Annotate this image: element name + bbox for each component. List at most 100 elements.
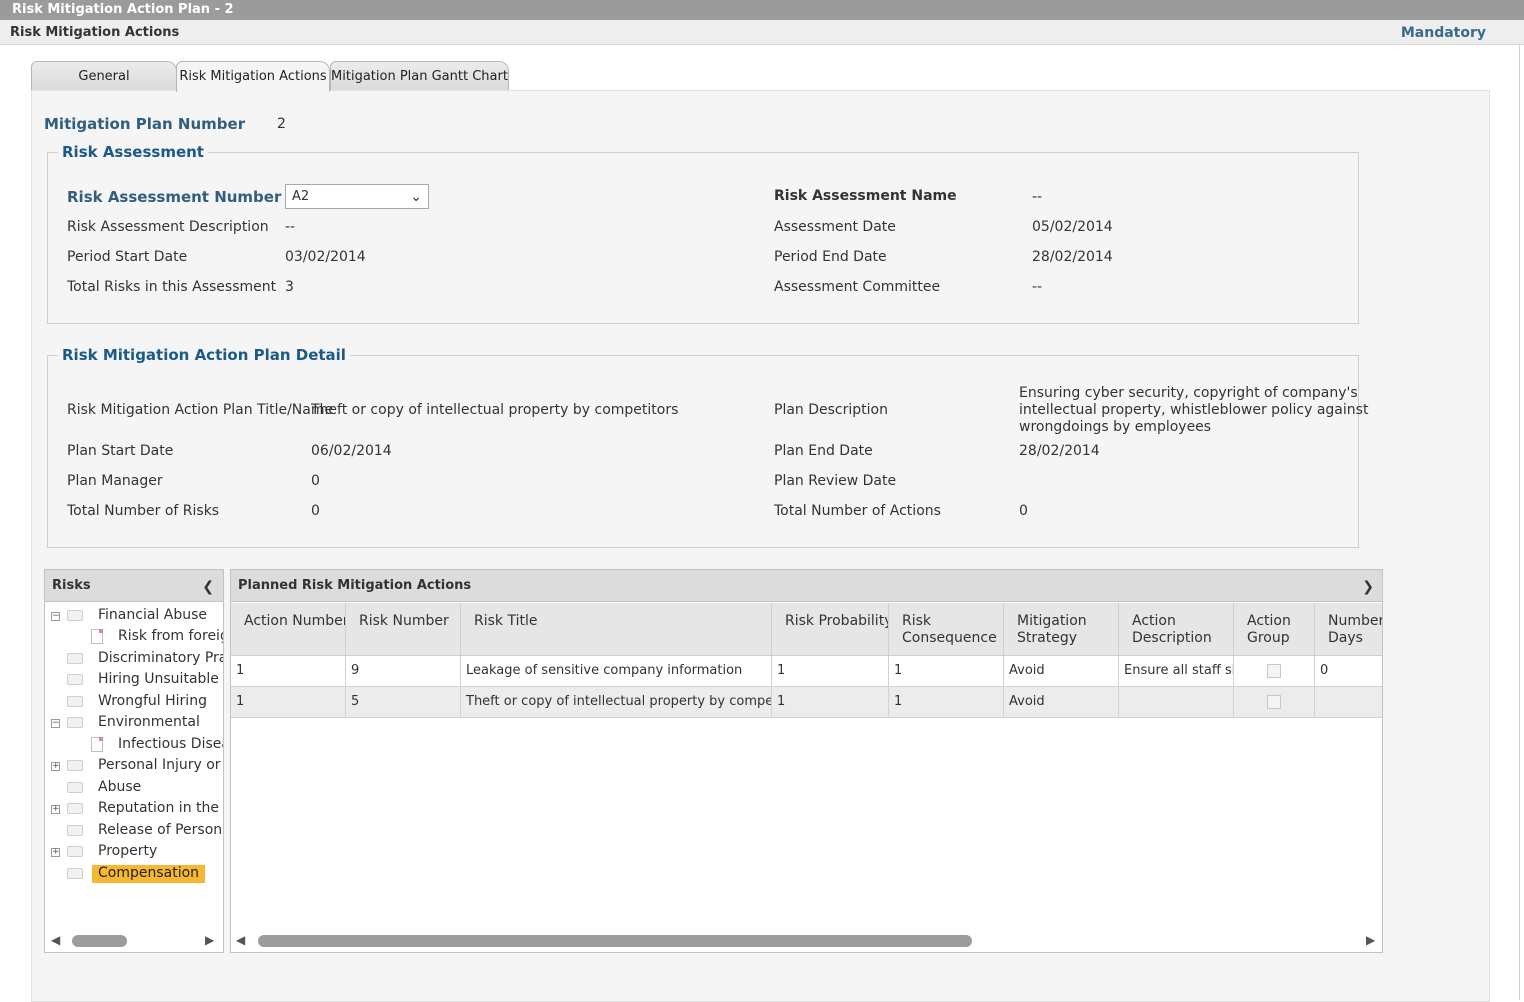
risk-assessment-number-label: Risk Assessment Number	[67, 188, 282, 206]
action-group-checkbox[interactable]	[1267, 694, 1281, 709]
collapse-node-icon[interactable]: −	[51, 612, 60, 621]
plan-title-value: Theft or copy of intellectual property b…	[311, 402, 679, 418]
collapse-left-icon[interactable]: ❮	[202, 579, 214, 595]
plan-description-line-2: intellectual property, whistleblower pol…	[1019, 402, 1369, 418]
chevron-down-icon: ⌄	[410, 189, 422, 205]
column-header-line-1: Action Number	[244, 613, 346, 629]
risk-assessment-description-value: --	[285, 219, 296, 235]
expand-right-icon[interactable]: ❯	[1362, 579, 1374, 595]
total-number-actions-value: 0	[1019, 503, 1028, 519]
column-header[interactable]: Risk Consequence	[889, 603, 1004, 656]
plan-number-label: Mitigation Plan Number	[44, 115, 246, 133]
table-cell[interactable]: Avoid	[1004, 687, 1119, 718]
folder-icon	[67, 652, 83, 664]
window-title: Risk Mitigation Action Plan - 2	[0, 0, 1524, 20]
table-cell[interactable]: Leakage of sensitive company information	[461, 656, 772, 687]
grid-horizontal-scrollbar[interactable]	[258, 935, 972, 947]
planned-actions-header: Planned Risk Mitigation Actions ❯	[231, 570, 1382, 602]
table-cell[interactable]: Avoid	[1004, 656, 1119, 687]
risks-tree-item[interactable]: Infectious Diseas	[91, 736, 223, 757]
column-header[interactable]: Risk Title	[461, 603, 772, 656]
plan-detail-section	[47, 355, 1359, 548]
risks-horizontal-scrollbar[interactable]	[72, 935, 127, 947]
risks-tree-item[interactable]: Risk from foreign	[91, 628, 223, 649]
risks-tree-item[interactable]: Wrongful Hiring	[67, 693, 223, 714]
risks-tree-item[interactable]: Discriminatory Pract	[67, 650, 223, 671]
column-header-line-1: Risk Title	[474, 613, 538, 629]
expand-node-icon[interactable]: +	[51, 848, 60, 857]
column-header[interactable]: Action Description	[1119, 603, 1234, 656]
expand-node-icon[interactable]: +	[51, 805, 60, 814]
risks-tree-item-label: Release of Personal	[98, 822, 223, 838]
risks-tree-item[interactable]: Property	[67, 843, 223, 864]
folder-icon	[67, 845, 83, 857]
column-header-line-2: Days	[1328, 630, 1363, 646]
action-group-checkbox[interactable]	[1267, 663, 1281, 678]
column-header[interactable]: Number Days	[1315, 603, 1382, 656]
column-header-line-2: Description	[1132, 630, 1212, 646]
table-cell	[1234, 687, 1315, 718]
mandatory-link[interactable]: Mandatory	[1401, 25, 1486, 41]
risks-tree-item-label: Abuse	[98, 779, 142, 795]
risks-tree-item-label: Property	[98, 843, 158, 859]
table-cell[interactable]: 1	[772, 656, 889, 687]
risks-tree-item[interactable]: Financial Abuse	[67, 607, 223, 628]
right-edge-divider	[1519, 45, 1524, 1000]
plan-description-line-3: wrongdoings by employees	[1019, 419, 1212, 435]
plan-manager-value: 0	[311, 473, 320, 489]
table-cell[interactable]	[1119, 687, 1234, 718]
column-header[interactable]: Risk Probability	[772, 603, 889, 656]
tab-general[interactable]: General	[31, 61, 177, 91]
table-cell[interactable]: Ensure all staff sign	[1119, 656, 1234, 687]
table-cell[interactable]: 1	[889, 656, 1004, 687]
risk-assessment-legend: Risk Assessment	[58, 143, 208, 161]
folder-icon	[67, 781, 83, 793]
column-header-line-1: Action	[1247, 613, 1291, 629]
column-header[interactable]: Mitigation Strategy	[1004, 603, 1119, 656]
column-header-line-2: Consequence	[902, 630, 997, 646]
risk-assessment-name-value: --	[1032, 189, 1043, 205]
expand-node-icon[interactable]: +	[51, 762, 60, 771]
risk-assessment-number-select[interactable]: A2 ⌄	[285, 184, 429, 209]
risks-tree-item[interactable]: Abuse	[67, 779, 223, 800]
period-end-label: Period End Date	[774, 249, 887, 265]
risk-assessment-number-value: A2	[292, 189, 310, 204]
risks-tree-item[interactable]: Environmental	[67, 714, 223, 735]
section-header: Risk Mitigation Actions Mandatory	[0, 20, 1524, 45]
total-number-actions-label: Total Number of Actions	[774, 503, 941, 519]
risks-tree-item[interactable]: Personal Injury or D	[67, 757, 223, 778]
risk-assessment-name-label: Risk Assessment Name	[774, 188, 957, 204]
scroll-right-icon[interactable]: ▶	[205, 933, 214, 947]
period-start-value: 03/02/2014	[285, 249, 366, 265]
total-number-risks-value: 0	[311, 503, 320, 519]
risks-tree-item[interactable]: Reputation in the Co	[67, 800, 223, 821]
column-header[interactable]: Action Group	[1234, 603, 1315, 656]
plan-start-value: 06/02/2014	[311, 443, 392, 459]
table-cell[interactable]	[1315, 687, 1382, 718]
assessment-date-label: Assessment Date	[774, 219, 896, 235]
table-cell[interactable]: 1	[889, 687, 1004, 718]
plan-manager-label: Plan Manager	[67, 473, 163, 489]
table-cell[interactable]: 5	[346, 687, 461, 718]
table-cell[interactable]: 1	[231, 656, 346, 687]
tab-gantt-chart[interactable]: Mitigation Plan Gantt Chart	[330, 61, 509, 91]
table-cell[interactable]: Theft or copy of intellectual property b…	[461, 687, 772, 718]
grid-scroll-left-icon[interactable]: ◀	[236, 933, 245, 947]
assessment-committee-value: --	[1032, 279, 1043, 295]
table-cell[interactable]: 0	[1315, 656, 1382, 687]
tab-risk-mitigation-actions[interactable]: Risk Mitigation Actions	[176, 61, 330, 92]
risks-tree-item[interactable]: Hiring Unsuitable or	[67, 671, 223, 692]
risks-tree-item-label: Reputation in the Co	[98, 800, 223, 816]
table-cell[interactable]: 1	[231, 687, 346, 718]
risks-tree-item[interactable]: Compensation	[67, 865, 223, 886]
grid-scroll-right-icon[interactable]: ▶	[1366, 933, 1375, 947]
collapse-node-icon[interactable]: −	[51, 719, 60, 728]
column-header[interactable]: Action Number	[231, 603, 346, 656]
column-header[interactable]: Risk Number	[346, 603, 461, 656]
table-cell	[1234, 656, 1315, 687]
table-cell[interactable]: 1	[772, 687, 889, 718]
column-header-line-1: Risk Probability	[785, 613, 889, 629]
table-cell[interactable]: 9	[346, 656, 461, 687]
scroll-left-icon[interactable]: ◀	[51, 933, 60, 947]
risks-tree-item[interactable]: Release of Personal	[67, 822, 223, 843]
